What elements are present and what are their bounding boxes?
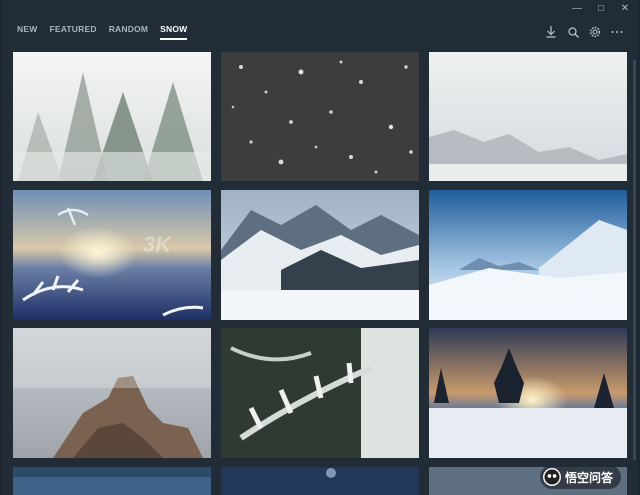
app-window: — □ ✕ NEW FEATURED RANDOM SNOW 3K 悟空问答 bbox=[3, 0, 637, 495]
wallpaper-tile-snow-covered-pine-branch[interactable] bbox=[221, 328, 419, 458]
scrollbar[interactable] bbox=[633, 60, 636, 460]
wallpaper-tile-misty-winter-forest[interactable] bbox=[429, 52, 627, 181]
wallpaper-tile-frosted-branch-sunset[interactable]: 3K bbox=[13, 190, 211, 320]
wallpaper-tile-partial-1[interactable] bbox=[13, 467, 211, 495]
wallpaper-tile-snowy-pine-trees[interactable] bbox=[13, 52, 211, 181]
wallpaper-tile-foggy-rock-spire[interactable] bbox=[13, 328, 211, 458]
wallpaper-tile-blue-sky-snow-peak[interactable] bbox=[429, 190, 627, 320]
wallpaper-grid: 3K 悟空问答 bbox=[3, 0, 637, 495]
watermark-badge: 悟空问答 bbox=[539, 467, 621, 489]
wukong-logo-icon bbox=[542, 468, 561, 486]
watermark-3k: 3K bbox=[143, 232, 173, 257]
wallpaper-tile-falling-snowflakes[interactable] bbox=[221, 52, 419, 181]
wallpaper-tile-snowy-mountain-valley[interactable] bbox=[221, 190, 419, 320]
wallpaper-tile-partial-3[interactable]: 悟空问答 bbox=[429, 467, 627, 495]
watermark-text: 悟空问答 bbox=[564, 470, 613, 485]
wallpaper-tile-partial-2[interactable] bbox=[221, 467, 419, 495]
wallpaper-tile-winter-sunset-field[interactable] bbox=[429, 328, 627, 458]
